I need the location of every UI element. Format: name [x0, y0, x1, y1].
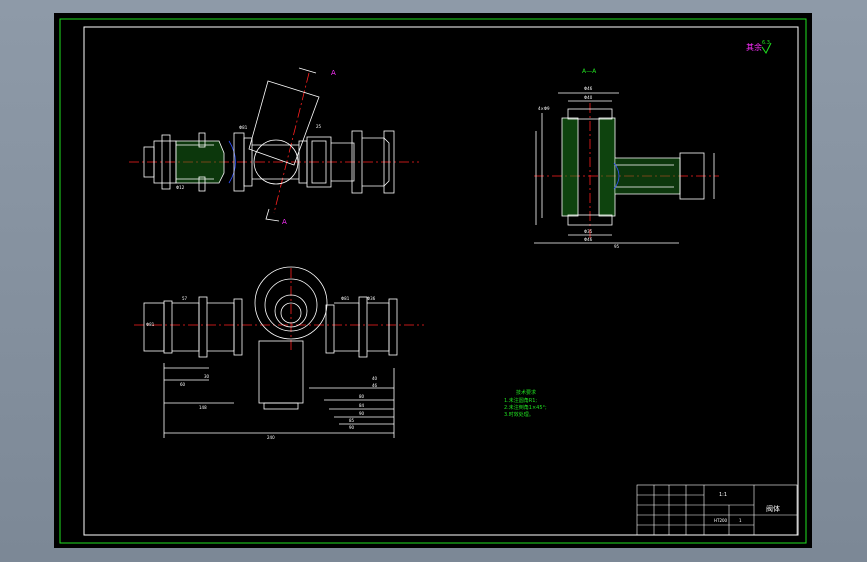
dim-section-top: Φ46 [584, 86, 593, 91]
notes-line1: 1.未注圆角R1; [504, 397, 537, 404]
section-label-bottom: A [282, 218, 287, 226]
notes-line3: 3.时效处理。 [504, 411, 534, 418]
dim-bottom-e: 240 [267, 435, 275, 440]
dim-bottom-b: 30 [204, 374, 210, 379]
title-part-name: 阀体 [766, 504, 780, 513]
cad-drawing: 其余 6.3 A A Φ81 25 Φ12 A—A Φ46 Φ40 4×Φ9 Φ… [59, 18, 807, 544]
dim-bottom-l: 90 [349, 425, 355, 430]
dim-front-1: Φ81 [239, 125, 248, 130]
dim-bottom-a: 57 [182, 296, 188, 301]
dim-front-3: Φ12 [176, 185, 185, 190]
dim-bottom-d: 148 [199, 405, 207, 410]
notes-line2: 2.未注倒角1×45°; [504, 404, 547, 411]
dim-bottom-k: 85 [349, 418, 355, 423]
dim-bottom-r1: Φ81 [341, 296, 350, 301]
title-count: 1 [739, 518, 742, 523]
dim-section-bottom2: Φ46 [584, 237, 593, 242]
technical-notes: 技术要求 1.未注圆角R1; 2.未注倒角1×45°; 3.时效处理。 [504, 389, 547, 418]
dim-section-left: 4×Φ9 [538, 106, 550, 111]
section-view [534, 92, 719, 244]
dim-bottom-c: 60 [180, 382, 186, 387]
dim-front-2: 25 [316, 124, 322, 129]
top-view [134, 266, 424, 438]
title-material: HT200 [714, 518, 728, 523]
drawing-viewport[interactable]: 其余 6.3 A A Φ81 25 Φ12 A—A Φ46 Φ40 4×Φ9 Φ… [54, 13, 812, 548]
dim-bottom-j: 90 [359, 411, 365, 416]
title-scale: 1:1 [719, 492, 727, 498]
dim-section-bottom: Φ35 [584, 229, 593, 234]
dim-bottom-h: 80 [359, 394, 365, 399]
dim-bottom-r2: Φ36 [367, 296, 376, 301]
dim-bottom-g: 46 [372, 383, 378, 388]
notes-title: 技术要求 [516, 389, 536, 396]
roughness-value: 6.3 [762, 40, 770, 46]
dim-section-top2: Φ40 [584, 95, 593, 100]
dim-bottom-f: 40 [372, 376, 378, 381]
dim-bottom-i: 84 [359, 403, 365, 408]
roughness-label: 其余 [746, 42, 762, 52]
dim-section-overall: 95 [614, 244, 620, 249]
roughness-symbol: 其余 6.3 [746, 40, 772, 54]
inner-frame [83, 26, 799, 536]
outer-frame [59, 18, 807, 544]
dim-bottom-left: Φ81 [146, 322, 155, 327]
front-view [129, 67, 419, 222]
section-view-title: A—A [582, 68, 597, 75]
section-label-top: A [331, 69, 336, 77]
